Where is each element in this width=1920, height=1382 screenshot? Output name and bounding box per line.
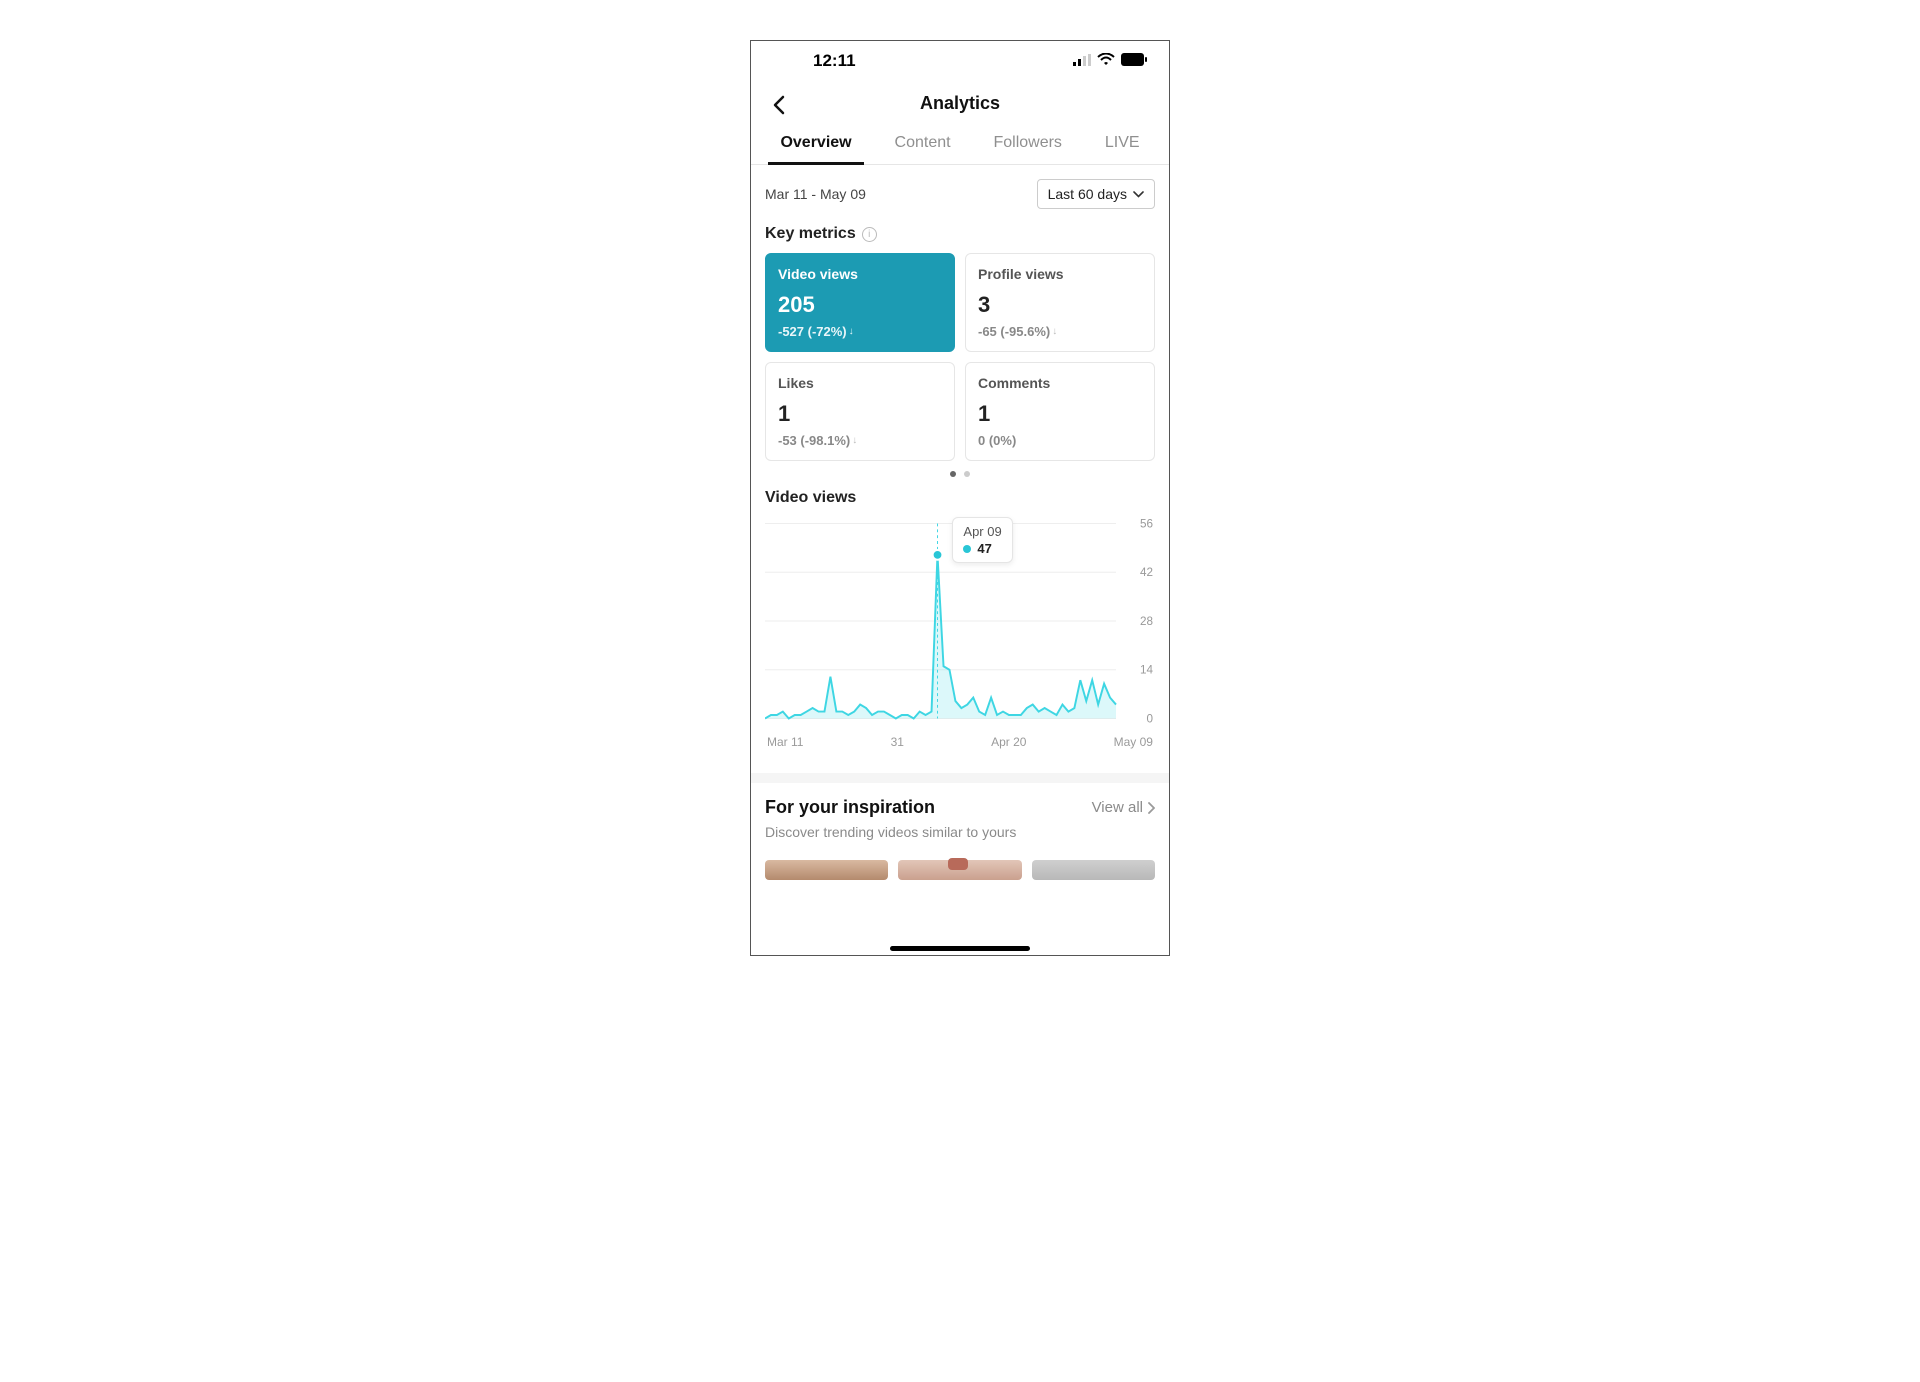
y-tick: 56 [1140, 517, 1153, 530]
metric-value: 1 [778, 401, 942, 427]
chart-x-axis: Mar 11 31 Apr 20 May 09 [765, 731, 1155, 749]
metric-value: 205 [778, 292, 942, 318]
key-metrics-title: Key metrics [765, 225, 856, 243]
tab-bar: Overview Content Followers LIVE [751, 124, 1169, 165]
phone-frame: 12:11 Analytics Overview Content Followe… [750, 40, 1170, 956]
tooltip-value: 47 [977, 541, 991, 556]
tab-overview[interactable]: Overview [768, 124, 863, 164]
tooltip-date: Apr 09 [963, 524, 1001, 539]
y-tick: 0 [1147, 712, 1154, 725]
date-range-text: Mar 11 - May 09 [765, 186, 866, 202]
back-button[interactable] [765, 91, 793, 119]
y-tick: 42 [1140, 566, 1153, 579]
range-selector-label: Last 60 days [1048, 186, 1127, 202]
section-divider [751, 773, 1169, 783]
metric-label: Profile views [978, 266, 1142, 282]
metric-value: 3 [978, 292, 1142, 318]
metric-label: Likes [778, 375, 942, 391]
chart-section: Video views 56 42 28 14 0 [751, 481, 1169, 759]
range-selector[interactable]: Last 60 days [1037, 179, 1155, 209]
x-tick: Mar 11 [767, 735, 803, 749]
x-tick: May 09 [1114, 735, 1153, 749]
y-tick: 14 [1140, 664, 1154, 677]
key-metrics-header: Key metrics i [751, 219, 1169, 253]
metric-value: 1 [978, 401, 1142, 427]
info-icon[interactable]: i [862, 227, 877, 242]
video-thumbnail[interactable] [898, 860, 1021, 880]
metric-delta: -65 (-95.6%) ↓ [978, 324, 1142, 339]
x-tick: Apr 20 [991, 735, 1026, 749]
trend-down-icon: ↓ [852, 435, 857, 446]
metric-card-video-views[interactable]: Video views 205 -527 (-72%) ↓ [765, 253, 955, 352]
metric-delta: -53 (-98.1%) ↓ [778, 433, 942, 448]
metric-card-profile-views[interactable]: Profile views 3 -65 (-95.6%) ↓ [965, 253, 1155, 352]
wifi-icon [1097, 51, 1115, 71]
tab-content[interactable]: Content [883, 124, 963, 164]
pagination-dot[interactable] [950, 471, 956, 477]
chart-tooltip: Apr 09 47 [952, 517, 1012, 563]
y-tick: 28 [1140, 615, 1153, 628]
metric-label: Video views [778, 266, 942, 282]
metric-card-comments[interactable]: Comments 1 0 (0%) [965, 362, 1155, 461]
battery-icon [1121, 51, 1147, 71]
chart-highlight-dot [933, 550, 943, 560]
trend-down-icon: ↓ [849, 326, 854, 337]
chart-wrap: 56 42 28 14 0 Apr 09 47 [765, 511, 1155, 731]
pagination-dots [751, 461, 1169, 481]
pagination-dot[interactable] [964, 471, 970, 477]
video-thumbnail[interactable] [1032, 860, 1155, 880]
inspiration-header: For your inspiration View all [765, 797, 1155, 818]
tab-followers[interactable]: Followers [981, 124, 1073, 164]
tab-live[interactable]: LIVE [1093, 124, 1152, 164]
metric-delta: 0 (0%) [978, 433, 1142, 448]
video-thumbnail[interactable] [765, 860, 888, 880]
metric-delta: -527 (-72%) ↓ [778, 324, 942, 339]
view-all-label: View all [1092, 799, 1143, 816]
chevron-down-icon [1133, 191, 1144, 198]
screen-header: Analytics [751, 77, 1169, 124]
tooltip-dot-icon [963, 545, 971, 553]
trend-down-icon: ↓ [1052, 326, 1057, 337]
inspiration-thumbnails [765, 860, 1155, 880]
view-all-button[interactable]: View all [1092, 799, 1155, 816]
chart-area [765, 555, 1116, 719]
metric-label: Comments [978, 375, 1142, 391]
chevron-right-icon [1147, 802, 1155, 814]
inspiration-subtitle: Discover trending videos similar to your… [765, 824, 1155, 840]
metrics-grid: Video views 205 -527 (-72%) ↓ Profile vi… [751, 253, 1169, 461]
status-icons [1073, 51, 1147, 71]
date-range-row: Mar 11 - May 09 Last 60 days [751, 165, 1169, 219]
inspiration-title: For your inspiration [765, 797, 935, 818]
page-title: Analytics [920, 93, 1000, 114]
status-bar: 12:11 [751, 41, 1169, 77]
inspiration-section: For your inspiration View all Discover t… [751, 783, 1169, 880]
chart-title: Video views [765, 489, 1155, 507]
home-indicator[interactable] [890, 946, 1030, 951]
chevron-left-icon [772, 95, 786, 115]
status-time: 12:11 [773, 51, 856, 71]
x-tick: 31 [891, 735, 904, 749]
metric-card-likes[interactable]: Likes 1 -53 (-98.1%) ↓ [765, 362, 955, 461]
cellular-signal-icon [1073, 51, 1091, 71]
